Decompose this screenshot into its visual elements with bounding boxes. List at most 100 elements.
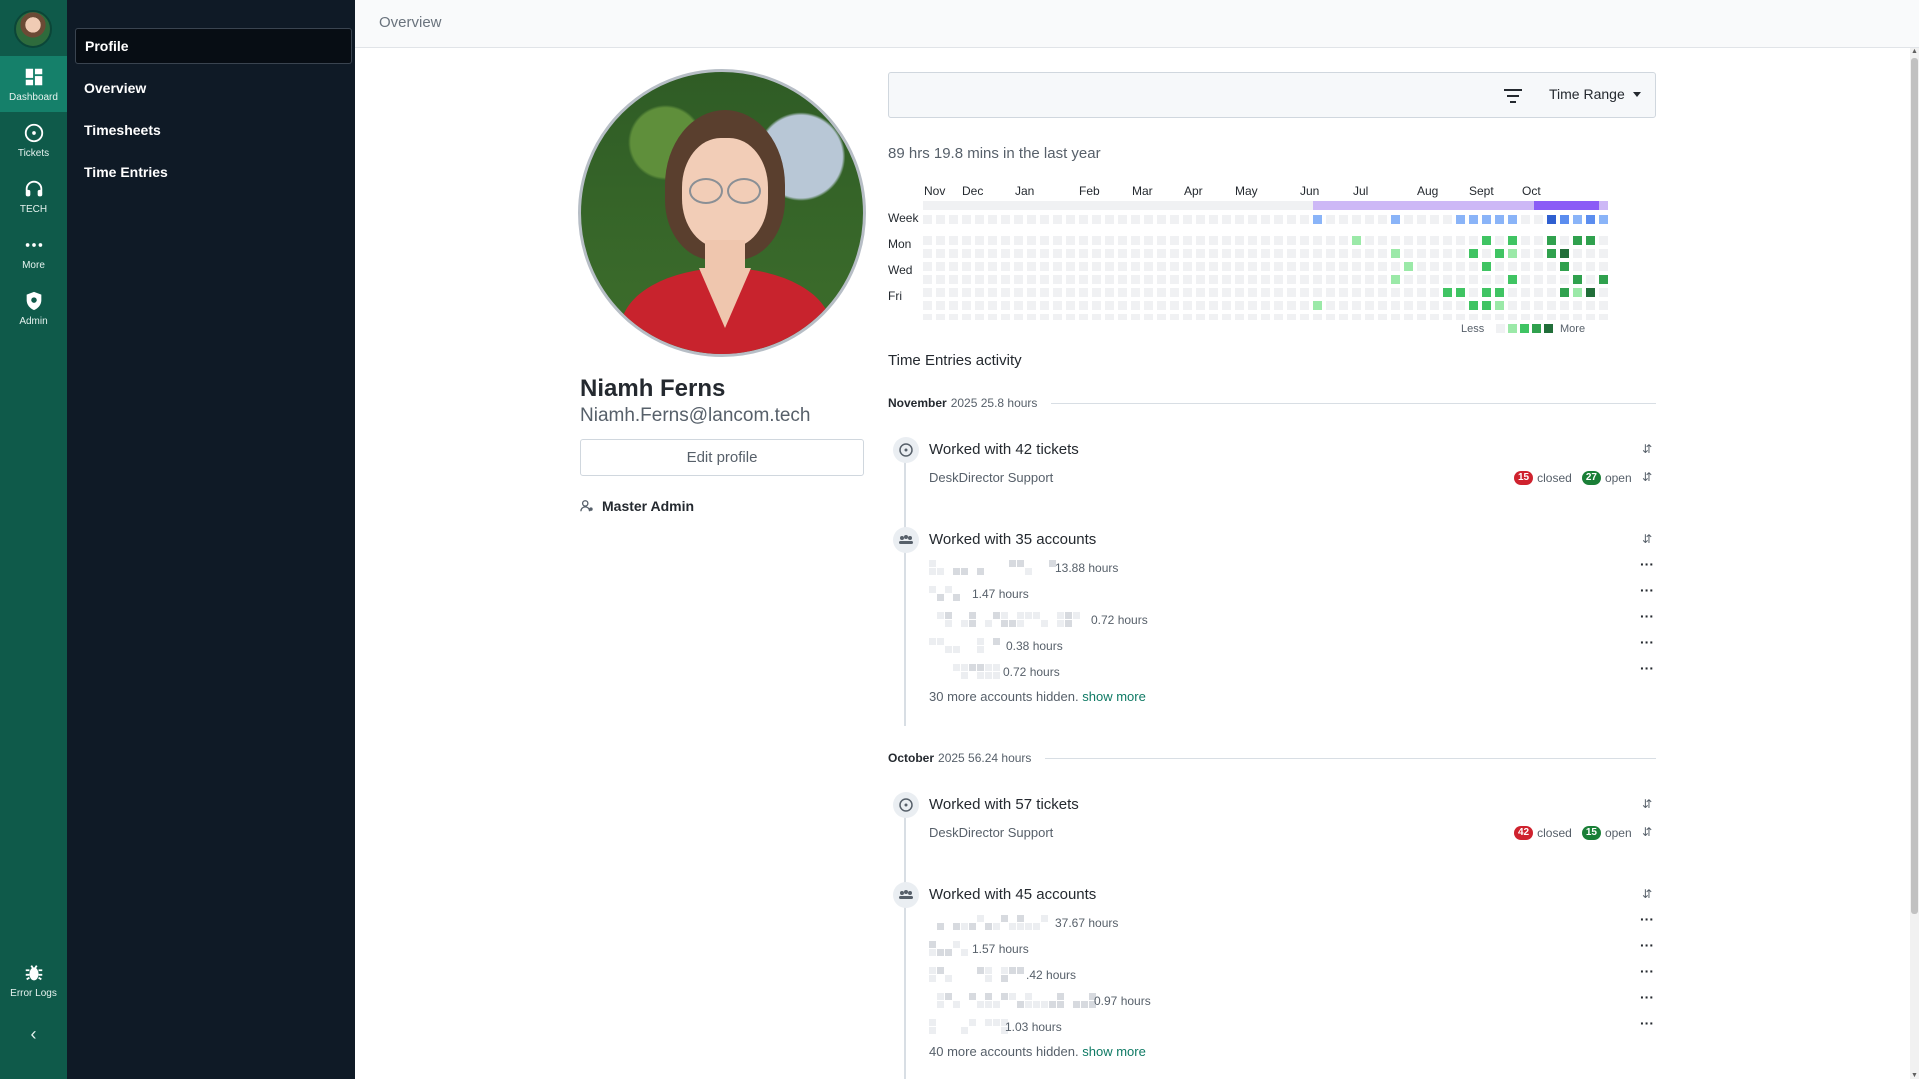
subnav-item-overview[interactable]: Overview (75, 70, 352, 106)
heatmap-day-cell (1443, 301, 1452, 310)
heatmap-day-cell (1196, 288, 1205, 297)
heatmap-day-cell (1053, 314, 1062, 320)
heatmap-day-cell (1157, 288, 1166, 297)
heatmap-day-cell (1131, 288, 1140, 297)
heatmap-legend-swatch (1508, 324, 1517, 333)
heatmap-day-cell (1326, 262, 1335, 271)
heatmap-week-cell (1131, 215, 1140, 224)
heatmap-day-cell (1547, 314, 1556, 320)
heatmap-month-bar-cell (1248, 201, 1261, 210)
collapse-icon[interactable]: ⇵ (1640, 797, 1654, 813)
heatmap-day-cell (1222, 301, 1231, 310)
closed-label: closed (1537, 471, 1572, 485)
activity-filter-bar[interactable]: Time Range (888, 72, 1656, 118)
heatmap-day-cell (936, 301, 945, 310)
row-menu-icon[interactable]: ··· (1640, 911, 1654, 927)
row-menu-icon[interactable]: ··· (1640, 963, 1654, 979)
heatmap-day-cell (1261, 236, 1270, 245)
role-label: Master Admin (602, 498, 695, 514)
heatmap-legend-swatch (1532, 324, 1541, 333)
redacted-account-name (929, 664, 1001, 680)
heatmap-day-cell (1248, 249, 1257, 258)
heatmap-day-cell (1053, 262, 1062, 271)
heatmap-day-cell (1469, 288, 1478, 297)
heatmap-day-cell (1573, 262, 1582, 271)
scrollbar-thumb[interactable] (1911, 58, 1918, 914)
heatmap-day-cell (1534, 301, 1543, 310)
row-menu-icon[interactable]: ··· (1640, 1015, 1654, 1031)
heatmap-day-cell (1534, 236, 1543, 245)
heatmap-month-bar-cell (988, 201, 1001, 210)
heatmap-day-cell (1196, 314, 1205, 320)
heatmap-day-cell (1287, 262, 1296, 271)
heatmap-day-cell (1170, 314, 1179, 320)
heatmap-day-cell (1417, 288, 1426, 297)
heatmap-day-cell (1560, 262, 1569, 271)
page-scrollbar[interactable]: ▲ ▼ (1910, 48, 1919, 1079)
collapse-sidebar-button[interactable]: ‹ (0, 1019, 67, 1049)
rail-label: Admin (19, 315, 48, 327)
row-menu-icon[interactable]: ··· (1640, 582, 1654, 598)
yearly-total: 89 hrs 19.8 mins in the last year (888, 145, 1101, 162)
heatmap-day-cell (1079, 275, 1088, 284)
show-more-link[interactable]: show more (1082, 689, 1146, 704)
heatmap-day-cell (1027, 262, 1036, 271)
redacted-account-name (929, 941, 969, 957)
subnav-item-time-entries[interactable]: Time Entries (75, 154, 352, 190)
heatmap-month-label: Feb (1079, 184, 1100, 198)
heatmap-week-cell (1326, 215, 1335, 224)
expand-icon[interactable]: ⇵ (1640, 825, 1654, 841)
rail-item-admin[interactable]: Admin (0, 280, 67, 336)
heatmap-day-cell (1001, 314, 1010, 320)
scroll-up-icon[interactable]: ▲ (1910, 48, 1919, 55)
account-row: 1.03 hours ··· (929, 1015, 1659, 1037)
row-menu-icon[interactable]: ··· (1640, 989, 1654, 1005)
heatmap-day-cell (1300, 314, 1309, 320)
heatmap-day-cell (1235, 314, 1244, 320)
show-more-link[interactable]: show more (1082, 1044, 1146, 1059)
heatmap-week-cell (1443, 215, 1452, 224)
rail-item-tickets[interactable]: Tickets (0, 112, 67, 168)
heatmap-day-cell (1586, 288, 1595, 297)
filter-icon[interactable] (1504, 88, 1522, 104)
heatmap-month-label: Dec (962, 184, 984, 198)
rail-item-dashboard[interactable]: Dashboard (0, 56, 67, 112)
collapse-icon[interactable]: ⇵ (1640, 532, 1654, 548)
heatmap-day-cell (1157, 301, 1166, 310)
row-menu-icon[interactable]: ··· (1640, 634, 1654, 650)
subnav-item-profile[interactable]: Profile (75, 28, 352, 64)
heatmap-day-cell (1092, 314, 1101, 320)
heatmap-day-cell (1144, 288, 1153, 297)
row-menu-icon[interactable]: ··· (1640, 556, 1654, 572)
rail-item-error-logs[interactable]: Error Logs (0, 952, 67, 1008)
collapse-icon[interactable]: ⇵ (1640, 442, 1654, 458)
heatmap-day-cell (1417, 314, 1426, 320)
heatmap-day-cell (1391, 262, 1400, 271)
heatmap-week-cell (1001, 215, 1010, 224)
heatmap-day-cell (1261, 275, 1270, 284)
heatmap-day-cell (1027, 288, 1036, 297)
heatmap-day-cell (1261, 249, 1270, 258)
rail-item-more[interactable]: More (0, 224, 67, 280)
heatmap-day-cell (1495, 249, 1504, 258)
heatmap-day-cell (1482, 236, 1491, 245)
heatmap-month-bar-cell (1066, 201, 1079, 210)
time-range-dropdown[interactable]: Time Range (1549, 86, 1641, 102)
heatmap-month-label: Jun (1300, 184, 1320, 198)
collapse-icon[interactable]: ⇵ (1640, 887, 1654, 903)
heatmap-day-cell (1508, 236, 1517, 245)
heatmap-week-cell (1092, 215, 1101, 224)
row-menu-icon[interactable]: ··· (1640, 937, 1654, 953)
breadcrumb: Overview (379, 14, 442, 31)
edit-profile-button[interactable]: Edit profile (580, 439, 864, 476)
expand-icon[interactable]: ⇵ (1640, 470, 1654, 486)
row-menu-icon[interactable]: ··· (1640, 660, 1654, 676)
subnav-item-timesheets[interactable]: Timesheets (75, 112, 352, 148)
heatmap-month-bar-cell (1079, 201, 1092, 210)
user-avatar[interactable] (14, 10, 52, 48)
scroll-down-icon[interactable]: ▼ (1910, 1072, 1919, 1079)
heatmap-day-cell (1092, 262, 1101, 271)
heatmap-day-cell (1430, 275, 1439, 284)
row-menu-icon[interactable]: ··· (1640, 608, 1654, 624)
rail-item-tech[interactable]: TECH (0, 168, 67, 224)
